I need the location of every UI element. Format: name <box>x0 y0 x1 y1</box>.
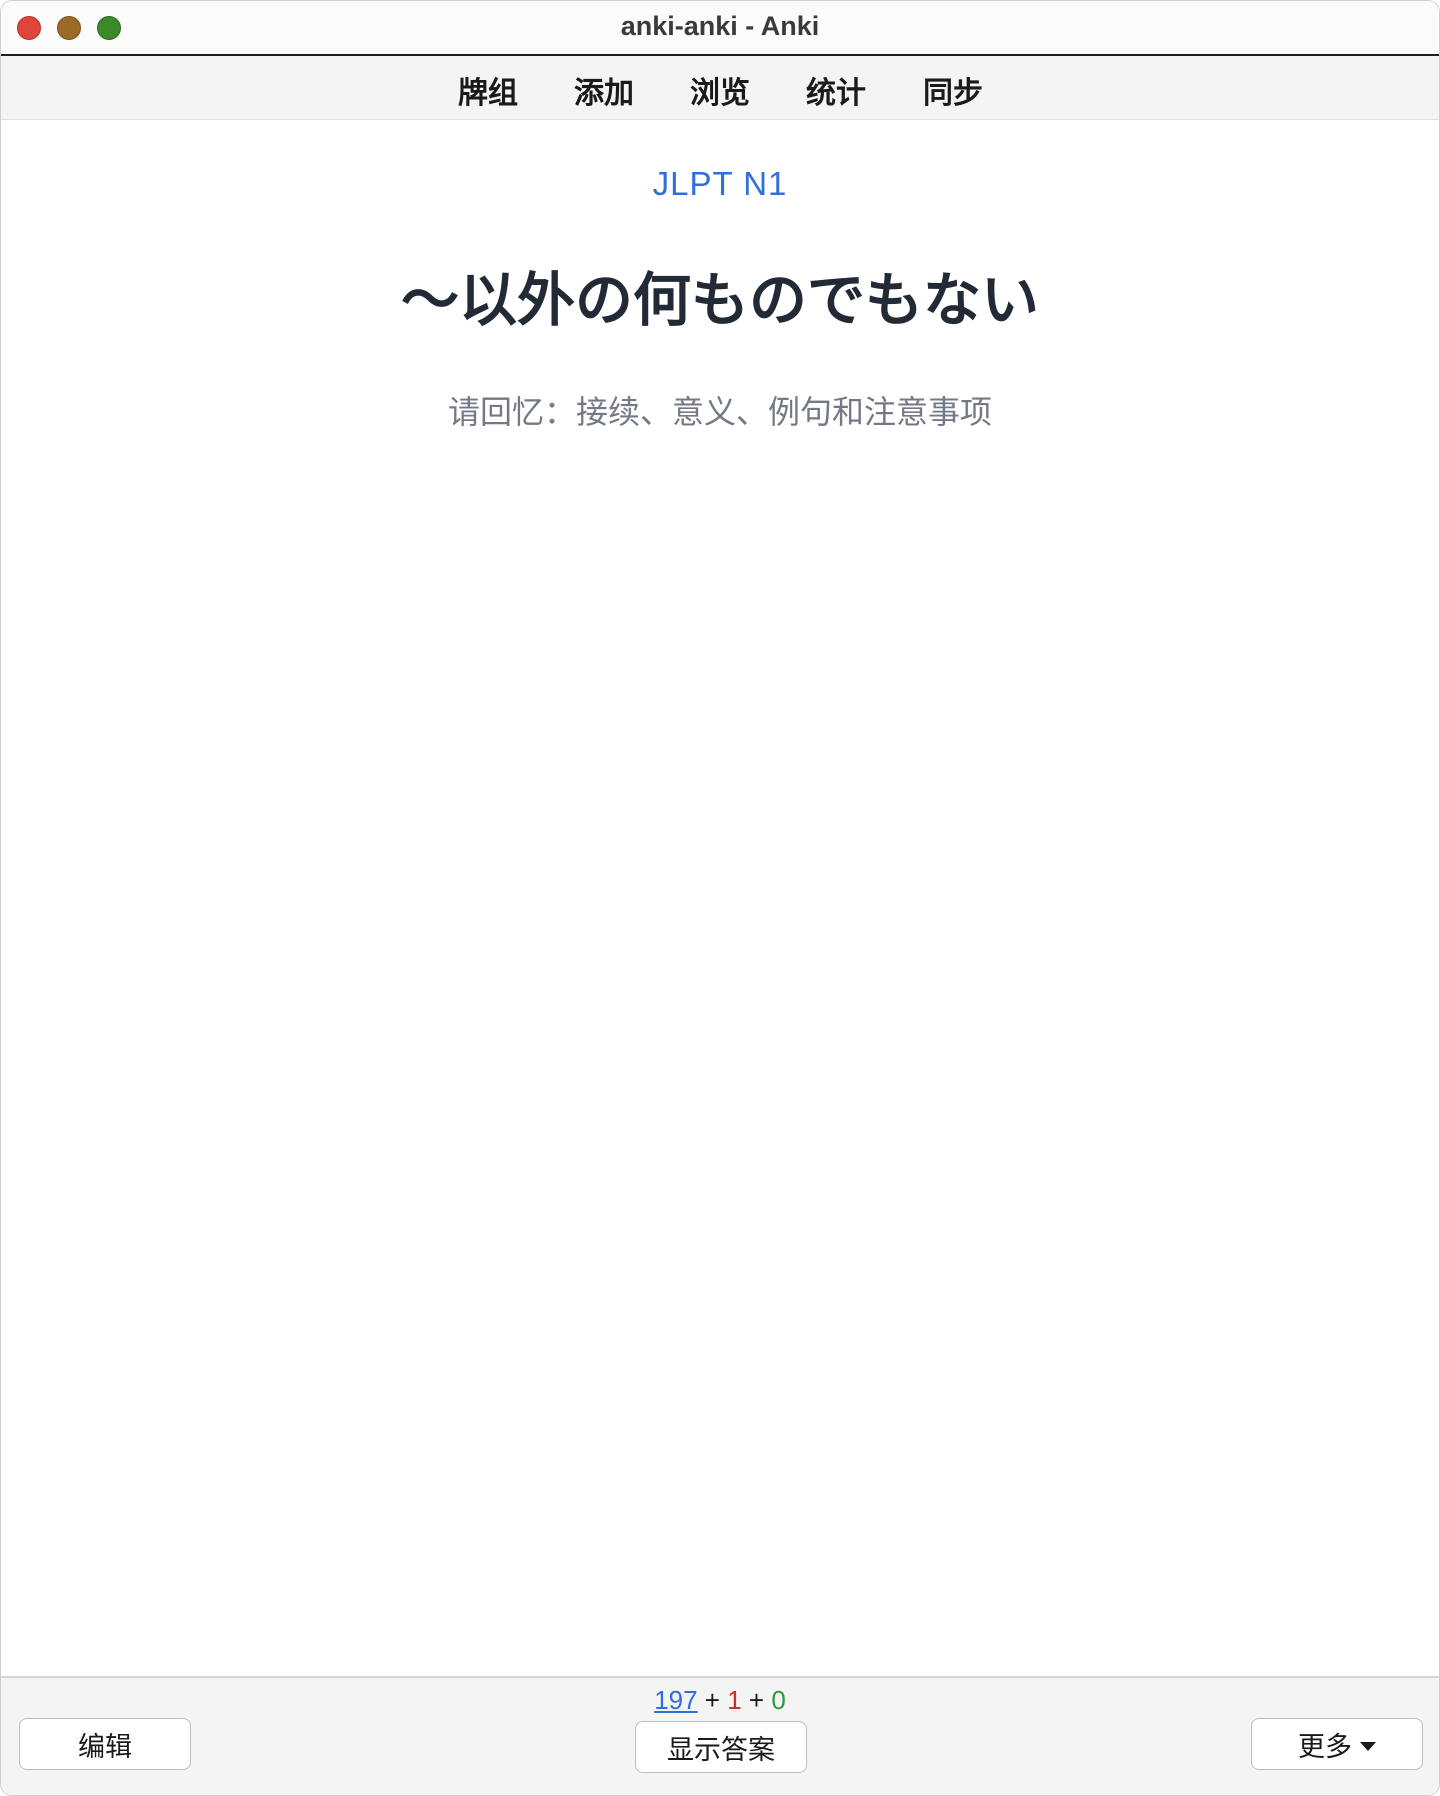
show-answer-button[interactable]: 显示答案 <box>635 1721 807 1773</box>
more-button-label: 更多 <box>1298 1731 1352 1762</box>
edit-button[interactable]: 编辑 <box>19 1718 191 1770</box>
edit-button-label: 编辑 <box>78 1731 132 1762</box>
card-prompt: 请回忆：接续、意义、例句和注意事项 <box>447 394 992 430</box>
toolbar-decks[interactable]: 牌组 <box>433 68 543 112</box>
due-counts: 197 + 1 + 0 <box>1 1685 1439 1716</box>
title-bar: anki-anki - Anki <box>1 1 1439 56</box>
main-toolbar: 牌组 添加 浏览 统计 同步 <box>1 56 1439 120</box>
review-count: 0 <box>771 1685 786 1715</box>
deck-label: JLPT N1 <box>652 165 788 202</box>
more-button[interactable]: 更多 <box>1251 1718 1423 1770</box>
toolbar-stats[interactable]: 统计 <box>781 68 891 112</box>
toolbar-browse[interactable]: 浏览 <box>665 68 775 112</box>
card-front-text: 〜以外の何ものでもない <box>400 268 1039 333</box>
toolbar-sync[interactable]: 同步 <box>898 68 1008 112</box>
count-separator: + <box>741 1685 772 1715</box>
toolbar-add[interactable]: 添加 <box>549 68 659 112</box>
show-answer-label: 显示答案 <box>667 1734 775 1765</box>
learn-count: 1 <box>727 1685 742 1715</box>
count-separator: + <box>697 1685 728 1715</box>
new-count[interactable]: 197 <box>654 1685 697 1715</box>
app-window: anki-anki - Anki 牌组 添加 浏览 统计 同步 JLPT N1 … <box>0 0 1440 1796</box>
window-title: anki-anki - Anki <box>620 11 820 41</box>
chevron-down-icon <box>1360 1741 1376 1751</box>
